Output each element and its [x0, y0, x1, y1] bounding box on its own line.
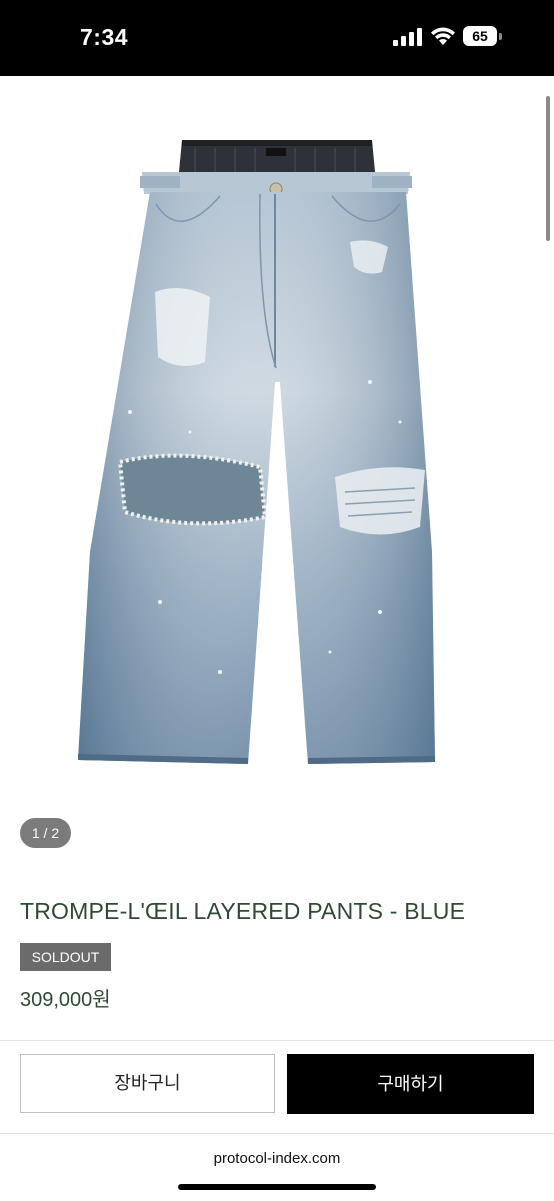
purchase-bar: 장바구니 구매하기 — [0, 1040, 554, 1133]
product-title: TROMPE-L'ŒIL LAYERED PANTS - BLUE — [20, 898, 466, 924]
url-text[interactable]: protocol-index.com — [0, 1150, 554, 1167]
wifi-icon — [431, 27, 455, 45]
home-indicator[interactable] — [178, 1184, 376, 1190]
signal-icon — [393, 28, 422, 46]
product-price: 309,000원 — [20, 989, 111, 1011]
soldout-badge: SOLDOUT — [20, 943, 111, 971]
cart-button[interactable]: 장바구니 — [20, 1054, 275, 1113]
browser-url-bar[interactable]: protocol-index.com — [0, 1133, 554, 1201]
jeans-product-image[interactable] — [70, 132, 490, 772]
buy-button[interactable]: 구매하기 — [287, 1054, 534, 1114]
status-time: 7:34 — [80, 24, 129, 50]
status-bar: 7:34 65 — [0, 0, 554, 76]
image-pager: 1 / 2 — [20, 818, 71, 848]
battery-level: 65 — [463, 26, 497, 46]
battery-cap — [499, 33, 502, 40]
scrollbar-thumb[interactable] — [546, 96, 550, 241]
battery-icon: 65 — [463, 26, 503, 48]
